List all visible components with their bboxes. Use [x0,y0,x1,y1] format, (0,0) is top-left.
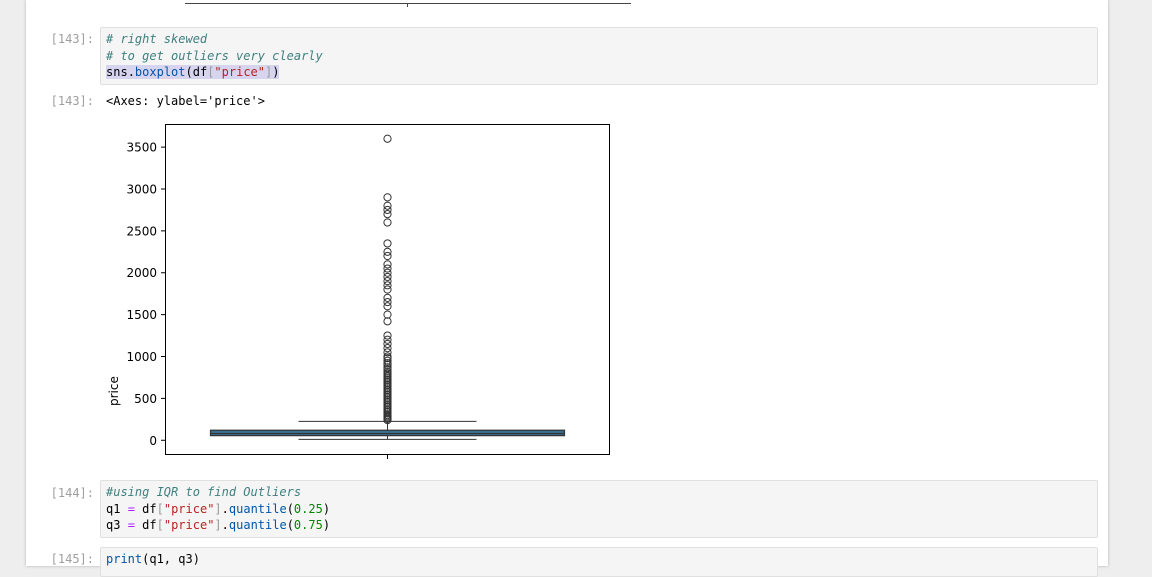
y-tick-label: 1500 [126,308,157,322]
code-token: # to get outliers very clearly [106,48,323,63]
code-line: #using IQR to find Outliers [106,484,1092,501]
code-token: df [134,518,157,532]
outlier-point [383,352,392,361]
iqr-box [209,429,566,437]
code-token: quantile [228,501,287,516]
code-token: 0.25 [293,501,323,516]
code-token: = [127,518,135,532]
code-token: ( [286,518,294,532]
outlier-point [383,297,392,307]
code-token: . [221,501,229,516]
code-token: sns [106,65,128,79]
y-tick-label: 3500 [126,141,157,155]
code-token: . [127,65,135,79]
input-prompt-143: [143]: [50,32,94,46]
code-token: ] [214,518,222,532]
y-tick-label: 0 [149,434,157,448]
code-line: q1 = df["price"].quantile(0.25) [106,501,1092,518]
code-token: 0.75 [293,518,323,532]
previous-plot-tick [407,3,408,7]
y-tick-label: 500 [134,392,157,406]
code-token: (df [185,65,208,79]
outlier-point [383,247,392,256]
outlier-point [383,293,392,302]
code-token: "price" [163,518,215,532]
outlier-point [383,239,392,248]
code-line: # right skewed [106,31,1092,48]
outlier-point [383,285,392,294]
code-token: [ [156,501,164,516]
code-token: "price" [214,65,265,79]
outlier-point [383,251,392,261]
y-tick-label: 2000 [126,266,157,280]
code-token: "price" [163,501,215,516]
outlier-point [383,317,392,326]
code-token: #using IQR to find Outliers [106,485,302,499]
outlier-point [383,302,392,311]
code-token: (q1, q3) [142,552,200,566]
code-line: q3 = df["price"].quantile(0.75) [106,517,1092,534]
y-tick-label: 2500 [126,224,157,238]
code-token: ) [272,65,280,79]
y-tick-label: 3000 [126,182,157,196]
code-token: quantile [228,518,287,532]
code-line: print(q1, q3) [106,551,1092,568]
input-prompt-145: [145]: [50,552,94,566]
outlier-point [383,331,392,340]
input-prompt-144: [144]: [50,486,94,500]
code-token: ) [322,518,331,532]
outlier-point [383,339,392,349]
code-line: sns.boxplot(df["price"]) [106,64,1092,81]
outlier-point [383,272,392,282]
code-token: q1 [106,501,128,516]
previous-plot-axis [185,0,631,7]
outlier-point [383,210,392,219]
output-prompt-143: [143]: [50,94,94,108]
boxplot-chart: price 0 500 1000 1500 2000 2500 3000 3500 [107,124,610,459]
output-text-143: <Axes: ylabel='price'> [106,94,265,108]
outlier-point [383,281,392,290]
outlier-point [383,264,392,273]
outlier-point [383,260,392,269]
outlier-point [383,344,392,353]
outlier-point [383,193,392,202]
outlier-point [383,134,392,143]
code-token: print [106,552,143,566]
code-token: ) [322,501,331,516]
outlier-point [383,201,392,210]
code-token: q3 [106,518,128,532]
code-token: # right skewed [106,32,208,46]
outlier-point [383,310,392,319]
code-token: df [134,501,157,516]
code-line: # to get outliers very clearly [106,48,1092,65]
outlier-point [383,335,392,344]
code-token: ( [286,501,294,516]
code-token: boxplot [134,65,186,79]
y-axis-label: price [107,376,121,406]
outlier-point [383,205,392,215]
outlier-point [383,277,392,286]
code-cell-145[interactable]: print(q1, q3) [100,547,1098,577]
code-token: [ [156,518,164,532]
code-token: = [127,501,135,516]
code-cell-144[interactable]: #using IQR to find Outliers q1 = df["pric… [100,480,1098,538]
y-tick-label: 1000 [126,350,157,364]
outlier-point [383,218,392,227]
outlier-point [383,268,392,277]
code-token: ] [214,501,222,516]
code-cell-143[interactable]: # right skewed # to get outliers very cle… [100,27,1098,85]
code-token: . [221,518,229,532]
